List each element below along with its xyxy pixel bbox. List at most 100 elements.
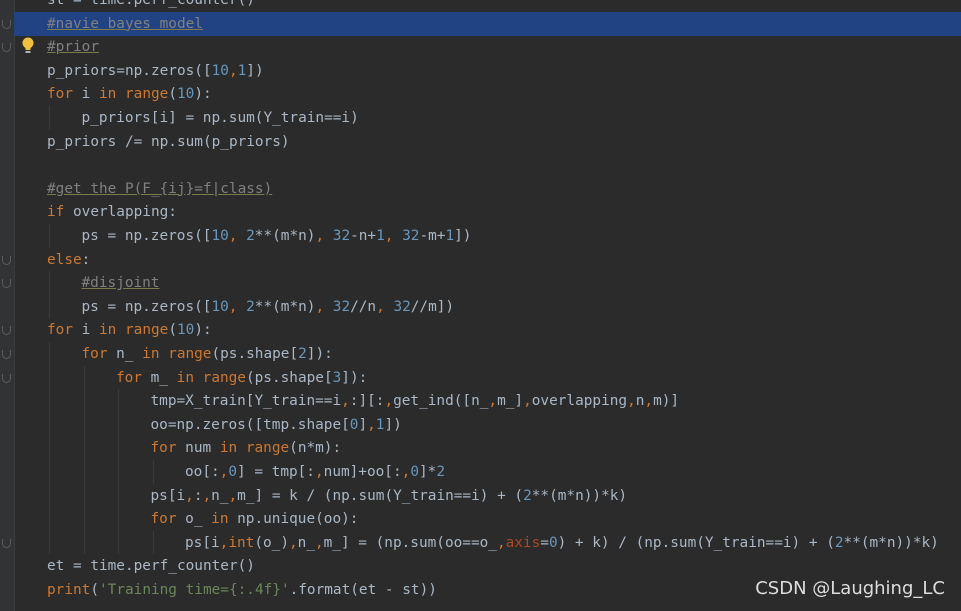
code-line[interactable]: ps[i,:,n_,m_] = k / (np.sum(Y_train==i) … <box>0 484 961 508</box>
code-token: , <box>496 534 506 551</box>
code-token: i <box>73 322 99 339</box>
code-token: p_priors[i] = np.sum(Y_train==i) <box>81 110 359 126</box>
code-token: ]) <box>246 62 264 79</box>
code-line[interactable]: ps = np.zeros([10, 2**(m*n), 32-n+1, 32-… <box>0 224 961 248</box>
code-token: (n*m): <box>289 440 342 457</box>
code-token: (ps.shape[ <box>211 346 299 362</box>
code-line[interactable]: p_priors=np.zeros([10,1]) <box>0 59 961 83</box>
code-area[interactable]: st = time.perf_counter() #navie bayes mod… <box>0 0 961 611</box>
code-line[interactable]: for i in range(10): <box>0 318 961 342</box>
code-line[interactable]: tmp=X_train[Y_train==i,:][:,get_ind([n_,… <box>0 389 961 413</box>
code-token: et = time.perf_counter() <box>47 558 255 575</box>
code-token: m_] = k / (np.sum(Y_train==i) + ( <box>237 487 524 504</box>
code-line[interactable]: #get the P(F_{ij}=f|class) <box>0 177 961 201</box>
code-line[interactable]: for num in range(n*m): <box>0 436 961 460</box>
indent-guide <box>49 389 50 413</box>
code-line[interactable]: st = time.perf_counter() <box>0 0 961 12</box>
code-token: for <box>47 322 73 339</box>
code-token: , <box>314 464 324 480</box>
code-token: int <box>228 534 255 551</box>
indent-guide <box>83 483 85 508</box>
code-line-text: ps = np.zeros([10, 2**(m*n), 32//n, 32//… <box>82 295 455 319</box>
code-token: , <box>627 393 636 410</box>
code-token: ps[i <box>185 534 220 551</box>
code-token: : <box>193 487 203 504</box>
code-token: ] <box>358 416 368 433</box>
code-line[interactable]: #navie bayes model <box>14 11 961 36</box>
code-token: ps = np.zeros([ <box>81 298 212 315</box>
code-token: in <box>142 346 160 362</box>
code-token: ps[i <box>150 487 186 504</box>
code-token: p_priors /= np.sum(p_priors) <box>47 133 290 150</box>
indent-guide <box>49 342 50 366</box>
indent-guide <box>118 460 119 484</box>
code-line[interactable]: p_priors[i] = np.sum(Y_train==i) <box>0 106 961 130</box>
indent-guide <box>83 507 85 531</box>
code-token: 2 <box>523 487 532 504</box>
code-token: overlapping <box>531 393 628 410</box>
code-line-text: #disjoint <box>82 271 160 295</box>
code-token: #prior <box>47 39 99 56</box>
code-line[interactable]: oo[:,0] = tmp[:,num]+oo[:,0]*2 <box>0 460 961 484</box>
code-line[interactable]: else: <box>0 248 961 272</box>
code-token: 2 <box>834 534 844 551</box>
code-token: 10 <box>177 322 195 339</box>
code-editor[interactable]: st = time.perf_counter() #navie bayes mod… <box>0 0 961 611</box>
code-line[interactable]: et = time.perf_counter() <box>0 554 961 578</box>
lightbulb-icon[interactable] <box>21 37 35 55</box>
code-token: :][: <box>349 393 385 410</box>
code-token: , <box>288 534 298 551</box>
code-line[interactable]: for i in range(10): <box>0 82 961 106</box>
code-token: for <box>81 346 108 362</box>
indent-guide <box>49 483 50 508</box>
code-token: in <box>211 511 229 528</box>
code-token: 1 <box>445 228 455 244</box>
code-token: , <box>228 298 247 315</box>
code-token: 2 <box>246 228 255 244</box>
code-token: #get the P(F_{ij}=f|class) <box>47 180 273 197</box>
code-line-text: for m_ in range(ps.shape[3]): <box>116 366 367 390</box>
code-line[interactable]: ps = np.zeros([10, 2**(m*n), 32//n, 32//… <box>0 295 961 319</box>
code-token: 10 <box>211 228 229 244</box>
code-line-text: oo[:,0] = tmp[:,num]+oo[:,0]*2 <box>185 460 445 484</box>
code-token: ( <box>168 86 177 103</box>
code-line[interactable]: for o_ in np.unique(oo): <box>0 507 961 531</box>
code-token: ] = tmp[: <box>237 464 315 480</box>
code-token: #disjoint <box>81 275 160 292</box>
code-token: ( <box>90 582 99 598</box>
code-token: , <box>367 416 376 433</box>
code-token: , <box>314 534 324 551</box>
code-line-text: ps[i,:,n_,m_] = k / (np.sum(Y_train==i) … <box>151 484 628 508</box>
indent-guide <box>83 389 85 413</box>
code-token: in <box>176 369 194 386</box>
indent-guide <box>83 412 85 437</box>
code-line[interactable]: #prior <box>0 35 961 59</box>
code-token: 32 <box>393 298 411 315</box>
code-line[interactable]: for n_ in range(ps.shape[2]): <box>0 342 961 366</box>
indent-guide <box>118 412 119 437</box>
code-line[interactable]: #disjoint <box>0 271 961 295</box>
code-token: 2 <box>298 346 307 362</box>
code-token: , <box>401 464 411 480</box>
code-line[interactable]: oo=np.zeros([tmp.shape[0],1]) <box>0 413 961 437</box>
code-token: in <box>219 440 238 457</box>
code-line-text: ps[i,int(o_),n_,m_] = (np.sum(oo==o_,axi… <box>185 531 939 555</box>
code-line[interactable]: if overlapping: <box>0 200 961 224</box>
code-token: , <box>376 298 394 315</box>
code-line[interactable] <box>0 153 961 177</box>
code-line-text: st = time.perf_counter() <box>47 0 255 12</box>
indent-guide <box>49 294 50 319</box>
code-line[interactable]: ps[i,int(o_),n_,m_] = (np.sum(oo==o_,axi… <box>0 531 961 555</box>
code-token: 2 <box>246 298 255 315</box>
code-token: ): <box>194 86 212 103</box>
code-line[interactable]: for m_ in range(ps.shape[3]): <box>0 366 961 390</box>
code-line[interactable]: p_priors /= np.sum(p_priors) <box>0 130 961 154</box>
code-token: #navie bayes model <box>47 15 203 32</box>
indent-guide <box>152 460 154 484</box>
code-token: **(m*n) <box>254 298 316 315</box>
code-token: for <box>116 369 142 386</box>
code-token: , <box>341 393 350 410</box>
code-token: n_ <box>211 487 229 504</box>
code-token: n_ <box>297 534 315 551</box>
code-line-text: p_priors=np.zeros([10,1]) <box>47 59 264 83</box>
